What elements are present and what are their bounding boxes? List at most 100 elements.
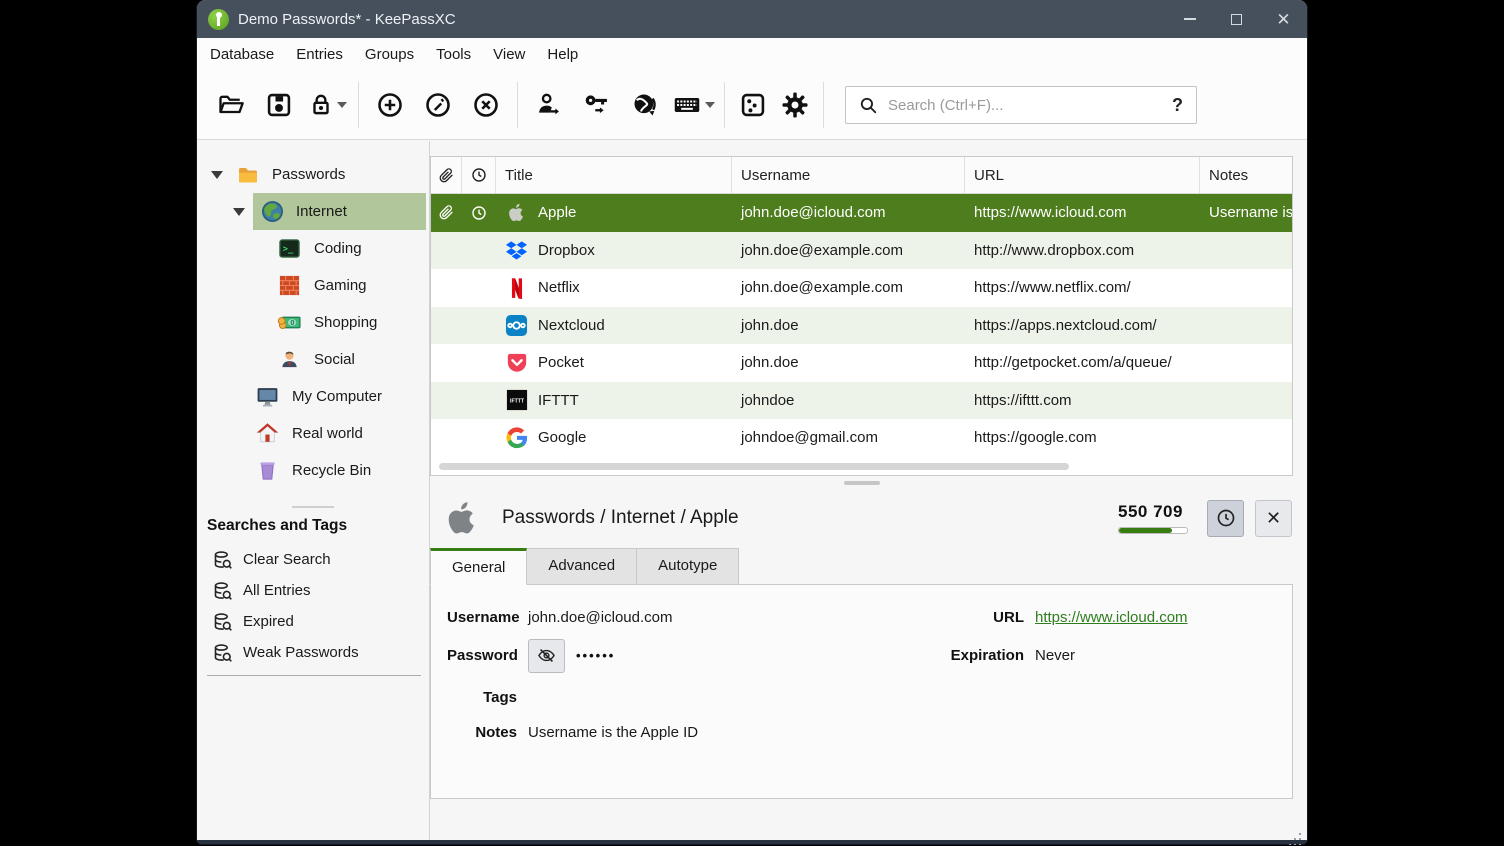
- gear-icon: [780, 90, 810, 120]
- password-masked-value: ••••••: [576, 648, 615, 663]
- sidebar-splitter-handle[interactable]: [292, 506, 334, 508]
- open-folder-icon: [217, 91, 245, 119]
- house-icon: [255, 421, 280, 446]
- banknote-icon: 0: [277, 310, 302, 335]
- database-search-icon: [213, 581, 233, 601]
- lock-menu-caret-icon: [337, 102, 347, 108]
- table-row-pocket[interactable]: Pocket john.doe http://getpocket.com/a/q…: [431, 344, 1292, 382]
- expiration-value: Never: [1035, 647, 1276, 664]
- minimize-button[interactable]: [1166, 0, 1213, 38]
- resize-grip[interactable]: [1299, 833, 1301, 835]
- add-entry-button[interactable]: [366, 82, 414, 128]
- url-link[interactable]: https://www.icloud.com: [1035, 609, 1188, 626]
- totp-timer-bar: [1118, 527, 1188, 534]
- window-bottom-edge: [197, 840, 1307, 844]
- sidebar-item-shopping[interactable]: 0 Shopping: [197, 304, 429, 341]
- copy-password-button[interactable]: [573, 82, 621, 128]
- group-label: Social: [314, 351, 355, 368]
- entry-table: Title Username URL Notes Apple john.d: [430, 156, 1293, 476]
- sidebar-item-passwords[interactable]: Passwords: [197, 156, 429, 193]
- entry-notes: [1200, 232, 1292, 270]
- sidebar-item-internet[interactable]: Internet: [197, 193, 429, 230]
- entry-notes: [1200, 307, 1292, 345]
- tab-advanced[interactable]: Advanced: [526, 548, 637, 585]
- sidebar-item-expired[interactable]: Expired: [197, 606, 429, 637]
- search-input[interactable]: [888, 97, 1162, 114]
- tab-general[interactable]: General: [430, 548, 527, 585]
- settings-button[interactable]: [774, 82, 816, 128]
- sidebar-item-all-entries[interactable]: All Entries: [197, 575, 429, 606]
- search-help-icon[interactable]: ?: [1172, 95, 1183, 116]
- menu-database[interactable]: Database: [199, 40, 285, 69]
- copy-username-button[interactable]: [525, 82, 573, 128]
- add-entry-icon: [376, 91, 404, 119]
- entry-username: john.doe: [732, 344, 965, 382]
- url-label: URL: [899, 609, 1024, 626]
- open-url-button[interactable]: [621, 82, 669, 128]
- password-generator-button[interactable]: [732, 82, 774, 128]
- attachment-column-header[interactable]: [431, 157, 462, 193]
- close-button[interactable]: ✕: [1260, 0, 1307, 38]
- close-preview-button[interactable]: ✕: [1255, 500, 1292, 537]
- menu-help[interactable]: Help: [536, 40, 589, 69]
- lock-databases-button[interactable]: [303, 82, 351, 128]
- save-database-button[interactable]: [255, 82, 303, 128]
- entry-preview-panel: Passwords / Internet / Apple 550 709 ✕: [430, 488, 1293, 799]
- person-icon: [277, 347, 302, 372]
- menu-entries[interactable]: Entries: [285, 40, 354, 69]
- search-item-label: Clear Search: [243, 551, 331, 568]
- dice-icon: [739, 91, 767, 119]
- table-row-ifttt[interactable]: IFTTT IFTTT johndoe https://ifttt.com: [431, 382, 1292, 420]
- entry-notes: [1200, 344, 1292, 382]
- svg-text:>_: >_: [283, 244, 294, 254]
- password-label: Password: [447, 647, 517, 664]
- close-icon: ✕: [1276, 11, 1290, 28]
- sidebar-item-gaming[interactable]: Gaming: [197, 267, 429, 304]
- menu-view[interactable]: View: [482, 40, 536, 69]
- menu-tools[interactable]: Tools: [425, 40, 482, 69]
- table-row-nextcloud[interactable]: Nextcloud john.doe https://apps.nextclou…: [431, 307, 1292, 345]
- open-url-icon: [631, 91, 659, 119]
- search-item-label: All Entries: [243, 582, 311, 599]
- entry-title: Netflix: [538, 279, 580, 296]
- sidebar-item-weak-passwords[interactable]: Weak Passwords: [197, 637, 429, 668]
- open-database-button[interactable]: [207, 82, 255, 128]
- table-row-netflix[interactable]: Netflix john.doe@example.com https://www…: [431, 269, 1292, 307]
- sidebar-item-my-computer[interactable]: My Computer: [197, 378, 429, 415]
- entry-url: https://www.icloud.com: [965, 194, 1200, 232]
- reveal-password-button[interactable]: [528, 639, 565, 673]
- table-row-google[interactable]: Google johndoe@gmail.com https://google.…: [431, 419, 1292, 457]
- panel-splitter-handle[interactable]: [844, 481, 880, 485]
- entry-table-header: Title Username URL Notes: [431, 157, 1292, 194]
- tab-autotype[interactable]: Autotype: [636, 548, 739, 585]
- maximize-button[interactable]: [1213, 0, 1260, 38]
- entry-title: IFTTT: [538, 392, 579, 409]
- clock-icon: [1216, 508, 1236, 528]
- horizontal-scrollbar[interactable]: [439, 463, 1069, 470]
- sidebar-item-coding[interactable]: >_ Coding: [197, 230, 429, 267]
- sidebar-item-real-world[interactable]: Real world: [197, 415, 429, 452]
- username-column-header[interactable]: Username: [732, 157, 965, 193]
- tags-label: Tags: [447, 689, 517, 706]
- edit-entry-button[interactable]: [414, 82, 462, 128]
- totp-toggle-button[interactable]: [1207, 500, 1244, 537]
- group-label: Real world: [292, 425, 363, 442]
- sidebar-item-social[interactable]: Social: [197, 341, 429, 378]
- expand-arrow-icon[interactable]: [211, 171, 223, 179]
- delete-entry-button[interactable]: [462, 82, 510, 128]
- notes-column-header[interactable]: Notes: [1200, 157, 1292, 193]
- sidebar-item-recycle-bin[interactable]: Recycle Bin: [197, 452, 429, 489]
- notes-value: Username is the Apple ID: [528, 724, 888, 741]
- url-column-header[interactable]: URL: [965, 157, 1200, 193]
- entry-username: johndoe: [732, 382, 965, 420]
- expand-arrow-icon[interactable]: [233, 208, 245, 216]
- menu-groups[interactable]: Groups: [354, 40, 425, 69]
- sidebar-item-clear-search[interactable]: Clear Search: [197, 544, 429, 575]
- table-row-dropbox[interactable]: Dropbox john.doe@example.com http://www.…: [431, 232, 1292, 270]
- perform-autotype-button[interactable]: [669, 82, 717, 128]
- entry-url: https://ifttt.com: [965, 382, 1200, 420]
- title-column-header[interactable]: Title: [496, 157, 732, 193]
- table-row-apple[interactable]: Apple john.doe@icloud.com https://www.ic…: [431, 194, 1292, 232]
- expires-column-header[interactable]: [462, 157, 496, 193]
- group-tree-sidebar: Passwords Internet >_ Coding: [197, 141, 430, 840]
